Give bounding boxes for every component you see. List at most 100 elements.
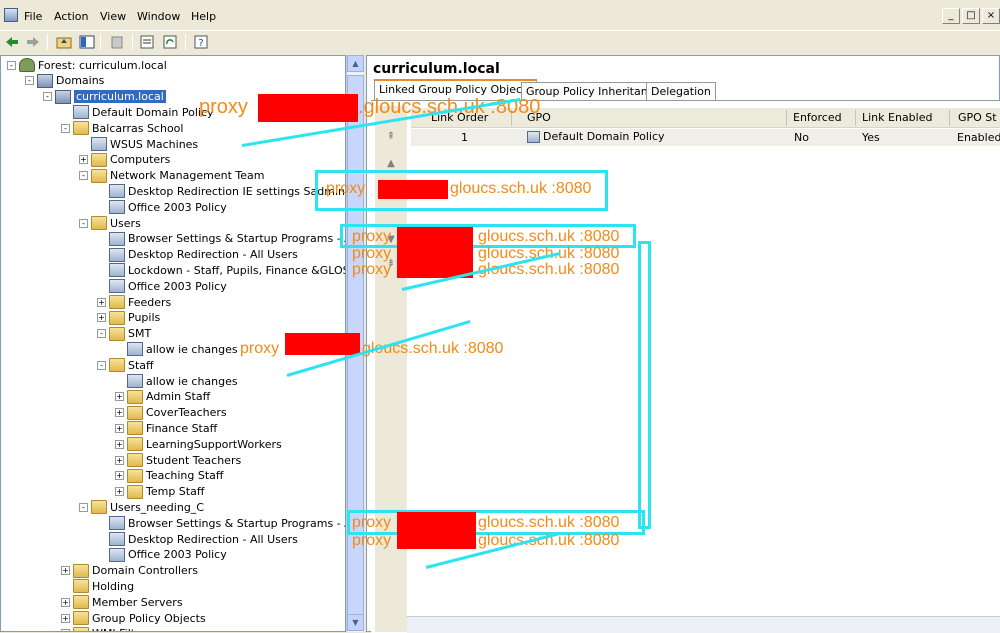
show-hide-tree-icon[interactable]: [78, 34, 96, 50]
tree-item[interactable]: Default Domain Policy: [61, 104, 214, 120]
minimize-button[interactable]: _: [942, 8, 960, 24]
menu-window[interactable]: Window: [137, 10, 180, 23]
collapse-icon[interactable]: -: [79, 218, 88, 228]
tree-item[interactable]: + Finance Staff: [115, 420, 217, 436]
expand-icon[interactable]: +: [115, 455, 124, 465]
refresh-icon[interactable]: [161, 34, 179, 50]
tree-item[interactable]: Office 2003 Policy: [97, 199, 227, 215]
tree-item[interactable]: Lockdown - Staff, Pupils, Finance &GLOSC…: [97, 262, 345, 278]
proxy-text: gloucs.sch.uk :8080: [478, 228, 620, 245]
tree-item[interactable]: - SMT: [97, 326, 151, 342]
expand-icon[interactable]: +: [97, 297, 106, 307]
collapse-icon[interactable]: -: [79, 171, 88, 181]
expand-icon[interactable]: +: [115, 392, 124, 402]
expand-icon[interactable]: +: [115, 471, 124, 481]
expand-icon[interactable]: +: [79, 155, 88, 165]
menu-action[interactable]: Action: [54, 10, 88, 23]
expand-icon[interactable]: +: [115, 423, 124, 433]
tree-item[interactable]: WSUS Machines: [79, 136, 198, 152]
tree-item-label: Forest: curriculum.local: [38, 58, 167, 72]
forward-arrow-icon[interactable]: [24, 34, 42, 50]
tree-item[interactable]: - curriculum.local: [43, 89, 166, 105]
tree-item[interactable]: Office 2003 Policy: [97, 547, 227, 563]
collapse-icon[interactable]: -: [97, 360, 106, 370]
tree-item[interactable]: + Teaching Staff: [115, 468, 224, 484]
tree-item[interactable]: + LearningSupportWorkers: [115, 436, 282, 452]
tree-item[interactable]: Office 2003 Policy: [97, 278, 227, 294]
tree-item[interactable]: - Balcarras School: [61, 120, 183, 136]
tree-item[interactable]: + Group Policy Objects: [61, 610, 206, 626]
close-button[interactable]: ×: [982, 8, 1000, 24]
tree-item[interactable]: + CoverTeachers: [115, 405, 227, 421]
tree-item[interactable]: Browser Settings & Startup Programs - Al…: [97, 515, 345, 531]
tree-item[interactable]: - Forest: curriculum.local: [7, 57, 167, 73]
move-to-top-icon[interactable]: ⇞: [383, 131, 399, 145]
expand-icon[interactable]: +: [115, 439, 124, 449]
horizontal-scrollbar[interactable]: [407, 616, 1000, 633]
expand-icon[interactable]: +: [61, 597, 70, 607]
tree-item[interactable]: + Domain Controllers: [61, 563, 198, 579]
expand-icon[interactable]: +: [97, 313, 106, 323]
tree-item[interactable]: Desktop Redirection IE settings Sadmin: [97, 183, 345, 199]
tree-item[interactable]: Desktop Redirection - All Users: [97, 247, 298, 263]
tree-item[interactable]: - Staff: [97, 357, 154, 373]
help-icon[interactable]: ?: [192, 34, 210, 50]
tab-delegation[interactable]: Delegation: [646, 82, 716, 100]
tree-item[interactable]: + Admin Staff: [115, 389, 210, 405]
tree-item[interactable]: + Temp Staff: [115, 484, 204, 500]
tree-item-label: Holding: [92, 579, 135, 593]
tree-item[interactable]: + Pupils: [97, 310, 160, 326]
tree-item[interactable]: Holding: [61, 578, 134, 594]
tree-item[interactable]: allow ie changes: [115, 341, 238, 357]
tree-item-label: Group Policy Objects: [92, 611, 206, 625]
tree-item[interactable]: - Users: [79, 215, 141, 231]
collapse-icon[interactable]: -: [43, 92, 52, 102]
console-icon[interactable]: [4, 8, 18, 22]
scroll-up-icon[interactable]: ▲: [347, 55, 364, 72]
expand-icon[interactable]: +: [61, 613, 70, 623]
menu-file[interactable]: File: [24, 10, 42, 23]
tree-item[interactable]: Browser Settings & Startup Programs - Al…: [97, 231, 345, 247]
tree-item[interactable]: allow ie changes: [115, 373, 238, 389]
tree-item-label: Lockdown - Staff, Pupils, Finance &GLOSC…: [128, 263, 345, 277]
up-one-level-icon[interactable]: [55, 34, 73, 50]
menu-view[interactable]: View: [100, 10, 126, 23]
tree-item[interactable]: +WMI Filt: [61, 626, 135, 631]
tree-item-label: Domain Controllers: [92, 564, 199, 578]
proxy-text: proxy: [240, 340, 280, 357]
collapse-icon[interactable]: -: [97, 329, 106, 339]
tree-item[interactable]: + Student Teachers: [115, 452, 241, 468]
window-controls: _ □ ×: [942, 8, 1000, 26]
collapse-icon[interactable]: -: [79, 502, 88, 512]
col-enforced[interactable]: Enforced: [793, 111, 842, 124]
tree-item[interactable]: - Network Management Team: [79, 168, 264, 184]
col-gpo-status[interactable]: GPO St: [958, 111, 997, 124]
expand-icon[interactable]: +: [115, 408, 124, 418]
tree-item[interactable]: + Computers: [79, 152, 170, 168]
delete-icon[interactable]: [108, 34, 126, 50]
table-row[interactable]: 1 Default Domain Policy No Yes Enabled: [411, 129, 1000, 146]
tree-item[interactable]: - Users_needing_C: [79, 499, 204, 515]
tree-item[interactable]: + Feeders: [97, 294, 171, 310]
proxy-text: proxy: [352, 261, 392, 278]
folder-icon: [73, 626, 89, 631]
redaction-block: [285, 333, 360, 355]
collapse-icon[interactable]: -: [7, 60, 16, 70]
scroll-down-icon[interactable]: ▼: [347, 614, 364, 631]
tree-item-label: Temp Staff: [146, 485, 205, 499]
restore-button[interactable]: □: [962, 8, 980, 24]
properties-icon[interactable]: [138, 34, 156, 50]
tree-item[interactable]: Desktop Redirection - All Users: [97, 531, 298, 547]
collapse-icon[interactable]: -: [61, 123, 70, 133]
redaction-block: [397, 512, 476, 532]
expand-icon[interactable]: +: [115, 487, 124, 497]
expand-icon[interactable]: +: [61, 566, 70, 576]
cell-gpo-name: Default Domain Policy: [543, 130, 665, 143]
col-link-enabled[interactable]: Link Enabled: [862, 111, 932, 124]
back-arrow-icon[interactable]: [3, 34, 21, 50]
tree-item[interactable]: + Member Servers: [61, 594, 183, 610]
tree-item[interactable]: - Domains: [25, 73, 104, 89]
collapse-icon[interactable]: -: [25, 76, 34, 86]
tab-gp-inheritance[interactable]: Group Policy Inheritance: [521, 82, 666, 100]
menu-help[interactable]: Help: [191, 10, 216, 23]
